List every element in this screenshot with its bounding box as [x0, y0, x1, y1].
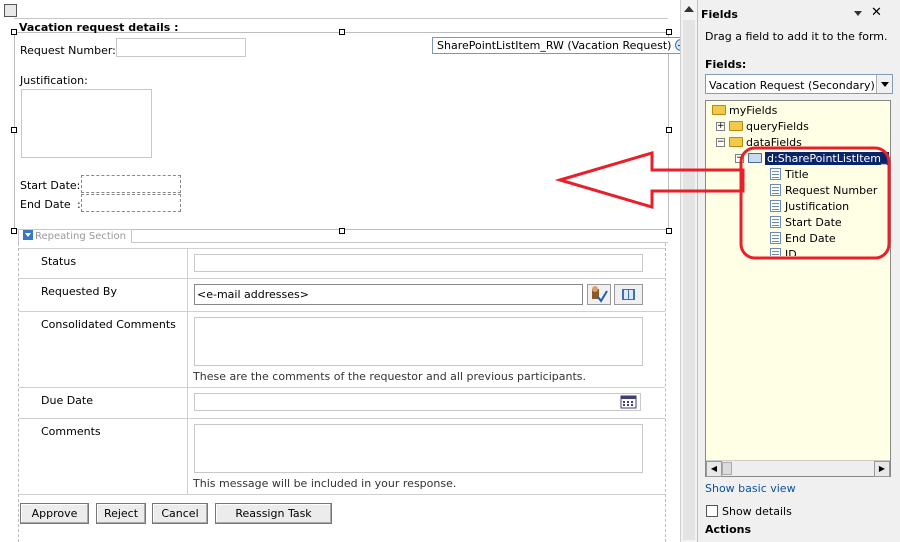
red-arrow-annotation	[554, 150, 745, 210]
red-highlight-box	[739, 146, 891, 260]
annotation-overlay	[554, 146, 891, 260]
